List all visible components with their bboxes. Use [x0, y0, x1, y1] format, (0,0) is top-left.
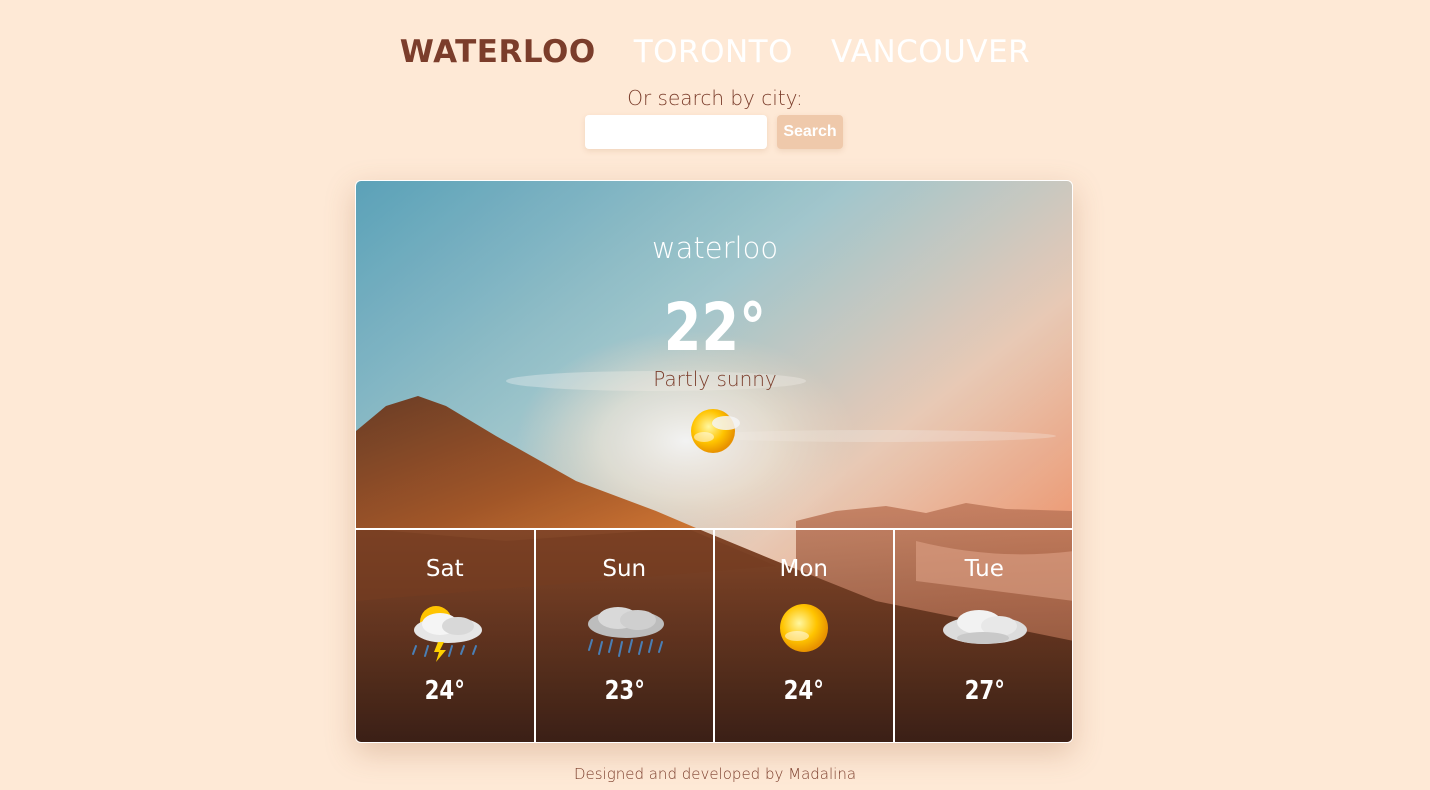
search-form: Search: [585, 115, 843, 149]
sun-icon: [780, 604, 828, 652]
city-nav: WATERLOO TORONTO VANCOUVER: [0, 34, 1430, 70]
forecast-day: Sat 24°: [356, 530, 536, 742]
thunderstorm-icon: [412, 606, 482, 662]
search-button[interactable]: Search: [777, 115, 843, 149]
partly-sunny-icon: [691, 409, 740, 453]
rain-icon: [587, 607, 664, 657]
forecast-day-name: Mon: [779, 556, 829, 582]
forecast-day: Tue 27°: [895, 530, 1073, 742]
forecast-temperature: 27°: [964, 676, 1005, 706]
forecast-temperature: 23°: [604, 676, 645, 706]
forecast-day-name: Tue: [964, 556, 1004, 582]
nav-link-vancouver[interactable]: VANCOUVER: [831, 34, 1030, 70]
forecast-day-name: Sun: [602, 556, 647, 582]
forecast-temperature: 24°: [783, 676, 824, 706]
forecast-day: Sun 23°: [536, 530, 715, 742]
nav-link-waterloo[interactable]: WATERLOO: [400, 34, 596, 70]
search-label: Or search by city:: [627, 86, 803, 110]
forecast-day: Mon 24°: [715, 530, 895, 742]
forecast-temperature: 24°: [424, 676, 465, 706]
city-name: waterloo: [651, 231, 779, 265]
current-temperature: 22°: [663, 289, 767, 366]
nav-link-toronto[interactable]: TORONTO: [634, 34, 793, 70]
forecast-day-name: Sat: [425, 556, 464, 582]
weather-condition: Partly sunny: [653, 367, 777, 391]
cloudy-icon: [942, 610, 1027, 644]
weather-card: waterloo 22° Partly sunny Sat 24° Sun 23…: [355, 180, 1073, 743]
forecast-row: Sat 24° Sun 23° Mon 24° Tue 27°: [356, 528, 1073, 742]
footer-credit: Designed and developed by Madalina: [573, 765, 857, 783]
search-input[interactable]: [585, 115, 767, 149]
